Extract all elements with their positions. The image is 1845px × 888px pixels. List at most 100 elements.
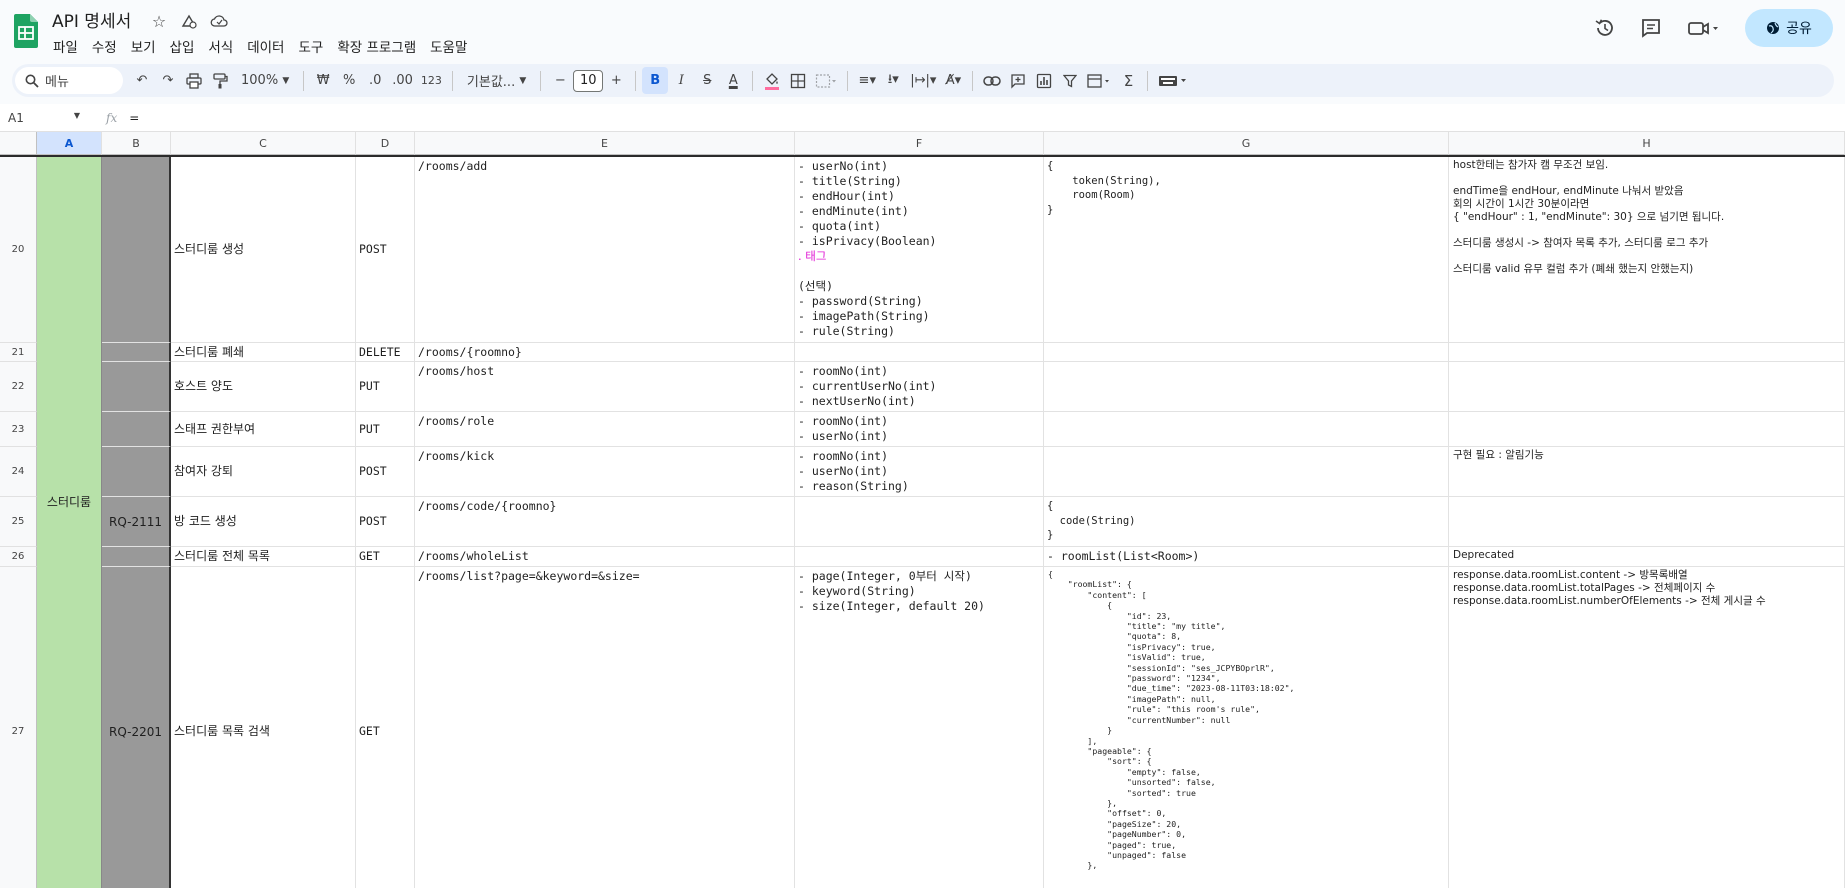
row-header-20[interactable]: 20 — [0, 157, 37, 343]
text-wrap-icon[interactable]: |↦|▾ — [906, 67, 940, 94]
requirement-cell[interactable] — [102, 547, 171, 567]
row-header-22[interactable]: 22 — [0, 362, 37, 412]
row-header-27[interactable]: 27 — [0, 567, 37, 888]
http-method-cell[interactable]: PUT — [356, 362, 415, 412]
merge-cells-icon[interactable] — [811, 67, 841, 94]
notes-cell[interactable] — [1449, 343, 1845, 362]
formula-input[interactable]: = — [129, 111, 139, 125]
response-cell[interactable] — [1044, 343, 1449, 362]
http-method-cell[interactable]: POST — [356, 497, 415, 547]
request-params-cell[interactable] — [795, 547, 1044, 567]
number-format-button[interactable]: 123 — [417, 67, 446, 94]
requirement-cell[interactable] — [102, 157, 171, 343]
borders-icon[interactable] — [785, 67, 811, 94]
version-history-icon[interactable] — [1585, 8, 1625, 48]
requirement-cell[interactable] — [102, 343, 171, 362]
endpoint-cell[interactable]: /rooms/code/{roomno} — [415, 497, 795, 547]
http-method-cell[interactable]: PUT — [356, 412, 415, 447]
endpoint-cell[interactable]: /rooms/wholeList — [415, 547, 795, 567]
menu-view[interactable]: 보기 — [124, 34, 163, 58]
request-params-cell[interactable]: - roomNo(int) - userNo(int) — [795, 412, 1044, 447]
column-header-e[interactable]: E — [415, 132, 795, 155]
functions-icon[interactable]: Σ — [1115, 67, 1141, 94]
redo-icon[interactable]: ↷ — [155, 67, 181, 94]
request-params-cell[interactable] — [795, 343, 1044, 362]
menu-insert[interactable]: 삽입 — [163, 34, 202, 58]
http-method-cell[interactable]: DELETE — [356, 343, 415, 362]
request-params-cell[interactable]: - userNo(int) - title(String) - endHour(… — [795, 157, 1044, 343]
horizontal-align-icon[interactable]: ≡▾ — [854, 67, 880, 94]
menu-extensions[interactable]: 확장 프로그램 — [330, 34, 423, 58]
response-cell[interactable] — [1044, 362, 1449, 412]
feature-name-cell[interactable]: 스터디룸 생성 — [171, 157, 356, 343]
row-header-26[interactable]: 26 — [0, 547, 37, 567]
menu-edit[interactable]: 수정 — [85, 34, 124, 58]
endpoint-cell[interactable]: /rooms/add — [415, 157, 795, 343]
star-icon[interactable]: ☆ — [148, 10, 170, 32]
menu-format[interactable]: 서식 — [201, 34, 240, 58]
paint-format-icon[interactable] — [207, 67, 233, 94]
row-header-24[interactable]: 24 — [0, 447, 37, 497]
column-header-b[interactable]: B — [102, 132, 171, 155]
requirement-cell[interactable]: RQ-2201 — [102, 567, 171, 888]
menu-data[interactable]: 데이터 — [240, 34, 291, 58]
meet-call-icon[interactable] — [1677, 8, 1729, 48]
request-params-cell[interactable]: - page(Integer, 0부터 시작) - keyword(String… — [795, 567, 1044, 888]
menu-search[interactable]: 메뉴 — [15, 67, 123, 94]
font-family-select[interactable]: 기본값... ▼ — [459, 67, 534, 94]
response-cell[interactable] — [1044, 412, 1449, 447]
http-method-cell[interactable]: POST — [356, 447, 415, 497]
http-method-cell[interactable]: GET — [356, 547, 415, 567]
increase-decimal-button[interactable]: .00 — [388, 67, 417, 94]
print-icon[interactable] — [181, 67, 207, 94]
column-header-d[interactable]: D — [356, 132, 415, 155]
font-size-input[interactable]: 10 — [573, 69, 604, 92]
notes-cell[interactable]: host한테는 참가자 캠 무조건 보임. endTime을 endHour, … — [1449, 157, 1845, 343]
filter-icon[interactable] — [1057, 67, 1083, 94]
row-header-21[interactable]: 21 — [0, 343, 37, 362]
endpoint-cell[interactable]: /rooms/list?page=&keyword=&size= — [415, 567, 795, 888]
response-cell[interactable]: { code(String) } — [1044, 497, 1449, 547]
request-params-cell[interactable] — [795, 497, 1044, 547]
response-cell[interactable]: - roomList(List<Room>) — [1044, 547, 1449, 567]
requirement-cell[interactable] — [102, 362, 171, 412]
decrease-decimal-button[interactable]: .0 — [362, 67, 388, 94]
column-header-h[interactable]: H — [1449, 132, 1845, 155]
column-header-c[interactable]: C — [171, 132, 356, 155]
zoom-select[interactable]: 100% ▼ — [233, 67, 297, 94]
bold-button[interactable]: B — [642, 67, 669, 94]
share-button[interactable]: 공유 — [1745, 9, 1833, 47]
response-json-cell[interactable]: { "roomList": { "content": [ { "id": 23,… — [1044, 567, 1449, 888]
filter-views-icon[interactable] — [1083, 67, 1115, 94]
response-cell[interactable] — [1044, 447, 1449, 497]
category-cell-study-room[interactable]: 스터디룸 — [37, 157, 102, 888]
currency-format-button[interactable]: ₩ — [310, 67, 336, 94]
request-params-cell[interactable]: - roomNo(int) - userNo(int) - reason(Str… — [795, 447, 1044, 497]
notes-cell[interactable]: 구현 필요 : 알림기능 — [1449, 447, 1845, 497]
column-header-a[interactable]: A — [37, 132, 102, 155]
vertical-align-icon[interactable]: ⭳▾ — [880, 67, 906, 94]
notes-cell[interactable]: Deprecated — [1449, 547, 1845, 567]
italic-button[interactable]: I — [668, 67, 694, 94]
insert-comment-icon[interactable] — [1005, 67, 1031, 94]
http-method-cell[interactable]: GET — [356, 567, 415, 888]
feature-name-cell[interactable]: 참여자 강퇴 — [171, 447, 356, 497]
feature-name-cell[interactable]: 스터디룸 전체 목록 — [171, 547, 356, 567]
notes-cell[interactable] — [1449, 497, 1845, 547]
name-box[interactable]: A1 ▼ — [0, 111, 88, 125]
fill-color-icon[interactable] — [759, 67, 785, 94]
column-header-g[interactable]: G — [1044, 132, 1449, 155]
document-title[interactable]: API 명세서 — [52, 7, 131, 32]
font-size-decrease-icon[interactable]: − — [547, 67, 573, 94]
undo-icon[interactable]: ↶ — [129, 67, 155, 94]
text-color-button[interactable]: A — [720, 67, 746, 94]
comments-icon[interactable] — [1631, 8, 1671, 48]
endpoint-cell[interactable]: /rooms/{roomno} — [415, 343, 795, 362]
feature-name-cell[interactable]: 호스트 양도 — [171, 362, 356, 412]
feature-name-cell[interactable]: 스태프 권한부여 — [171, 412, 356, 447]
notes-cell[interactable]: response.data.roomList.content -> 방목록배열 … — [1449, 567, 1845, 888]
notes-cell[interactable] — [1449, 412, 1845, 447]
cloud-saved-icon[interactable] — [208, 10, 230, 32]
strikethrough-button[interactable]: S — [694, 67, 720, 94]
endpoint-cell[interactable]: /rooms/role — [415, 412, 795, 447]
